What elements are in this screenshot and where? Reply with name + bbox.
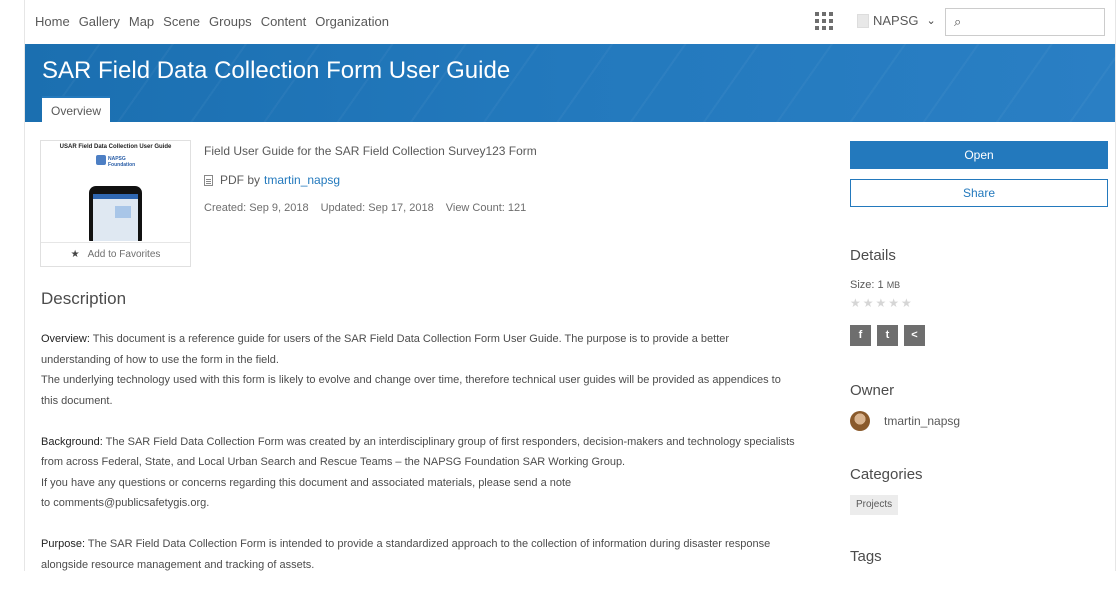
nav-links: Home Gallery Map Scene Groups Content Or… bbox=[35, 14, 389, 29]
details-heading: Details bbox=[850, 247, 896, 264]
owner-link[interactable]: tmartin_napsg bbox=[264, 173, 340, 187]
search-input[interactable]: ⌕ bbox=[945, 8, 1105, 36]
open-button[interactable]: Open bbox=[850, 141, 1108, 169]
thumbnail-title: USAR Field Data Collection User Guide bbox=[59, 144, 172, 150]
owner-heading: Owner bbox=[850, 382, 895, 399]
favorites-label: Add to Favorites bbox=[87, 249, 161, 260]
top-navigation: Home Gallery Map Scene Groups Content Or… bbox=[25, 0, 1115, 44]
search-icon: ⌕ bbox=[954, 14, 962, 29]
add-to-favorites-button[interactable]: ★ Add to Favorites bbox=[41, 242, 190, 267]
description-heading: Description bbox=[41, 289, 127, 308]
nav-groups[interactable]: Groups bbox=[209, 14, 252, 29]
user-name: NAPSG bbox=[873, 13, 919, 28]
item-thumbnail[interactable]: USAR Field Data Collection User Guide NA… bbox=[41, 141, 190, 241]
social-share: f t < bbox=[850, 325, 925, 346]
app-launcher-icon[interactable] bbox=[815, 12, 833, 30]
item-summary: Field User Guide for the SAR Field Colle… bbox=[204, 144, 537, 158]
created-date: Created: Sep 9, 2018 bbox=[204, 202, 309, 214]
nav-scene[interactable]: Scene bbox=[163, 14, 200, 29]
star-icon: ★ bbox=[70, 249, 80, 260]
background-paragraph: Background: The SAR Field Data Collectio… bbox=[41, 435, 795, 510]
item-banner: SAR Field Data Collection Form User Guid… bbox=[25, 44, 1115, 122]
rating-stars[interactable]: ★★★★★ bbox=[850, 296, 914, 310]
categories-heading: Categories bbox=[850, 466, 923, 483]
nav-gallery[interactable]: Gallery bbox=[79, 14, 120, 29]
category-tag[interactable]: Projects bbox=[850, 495, 899, 515]
purpose-paragraph: Purpose: The SAR Field Data Collection F… bbox=[41, 538, 771, 571]
document-icon bbox=[204, 174, 213, 186]
description-body: Overview: This document is a reference g… bbox=[41, 329, 801, 596]
facebook-icon[interactable]: f bbox=[850, 325, 871, 346]
twitter-icon[interactable]: t bbox=[877, 325, 898, 346]
nav-home[interactable]: Home bbox=[35, 14, 70, 29]
napsg-logo: NAPSG Foundation bbox=[96, 155, 135, 169]
owner-info[interactable]: tmartin_napsg bbox=[850, 411, 960, 431]
nav-organization[interactable]: Organization bbox=[315, 14, 389, 29]
nav-content[interactable]: Content bbox=[261, 14, 307, 29]
email-link[interactable]: comments@publicsafetygis.org bbox=[53, 497, 206, 509]
share-button[interactable]: Share bbox=[850, 179, 1108, 207]
item-dates: Created: Sep 9, 2018 Updated: Sep 17, 20… bbox=[204, 202, 526, 214]
tags-heading: Tags bbox=[850, 548, 882, 565]
item-type: PDF by bbox=[220, 173, 261, 187]
owner-avatar bbox=[850, 411, 870, 431]
item-size: Size: 1 MB bbox=[850, 279, 901, 291]
chevron-down-icon: ⌄ bbox=[926, 15, 936, 27]
share-icon[interactable]: < bbox=[904, 325, 925, 346]
owner-name: tmartin_napsg bbox=[884, 414, 961, 428]
phone-image bbox=[89, 186, 142, 241]
user-menu[interactable]: NAPSG ⌄ bbox=[857, 13, 936, 28]
user-avatar-icon bbox=[857, 13, 869, 28]
view-count: View Count: 121 bbox=[445, 202, 527, 214]
updated-date: Updated: Sep 17, 2018 bbox=[320, 202, 434, 214]
thumbnail-card: USAR Field Data Collection User Guide NA… bbox=[40, 140, 191, 267]
page-title: SAR Field Data Collection Form User Guid… bbox=[42, 57, 511, 84]
tab-overview[interactable]: Overview bbox=[42, 96, 111, 122]
page-frame: Home Gallery Map Scene Groups Content Or… bbox=[24, 0, 1116, 571]
item-type-line: PDF by tmartin_napsg bbox=[204, 173, 340, 187]
nav-map[interactable]: Map bbox=[129, 14, 154, 29]
overview-paragraph: Overview: This document is a reference g… bbox=[41, 333, 781, 407]
